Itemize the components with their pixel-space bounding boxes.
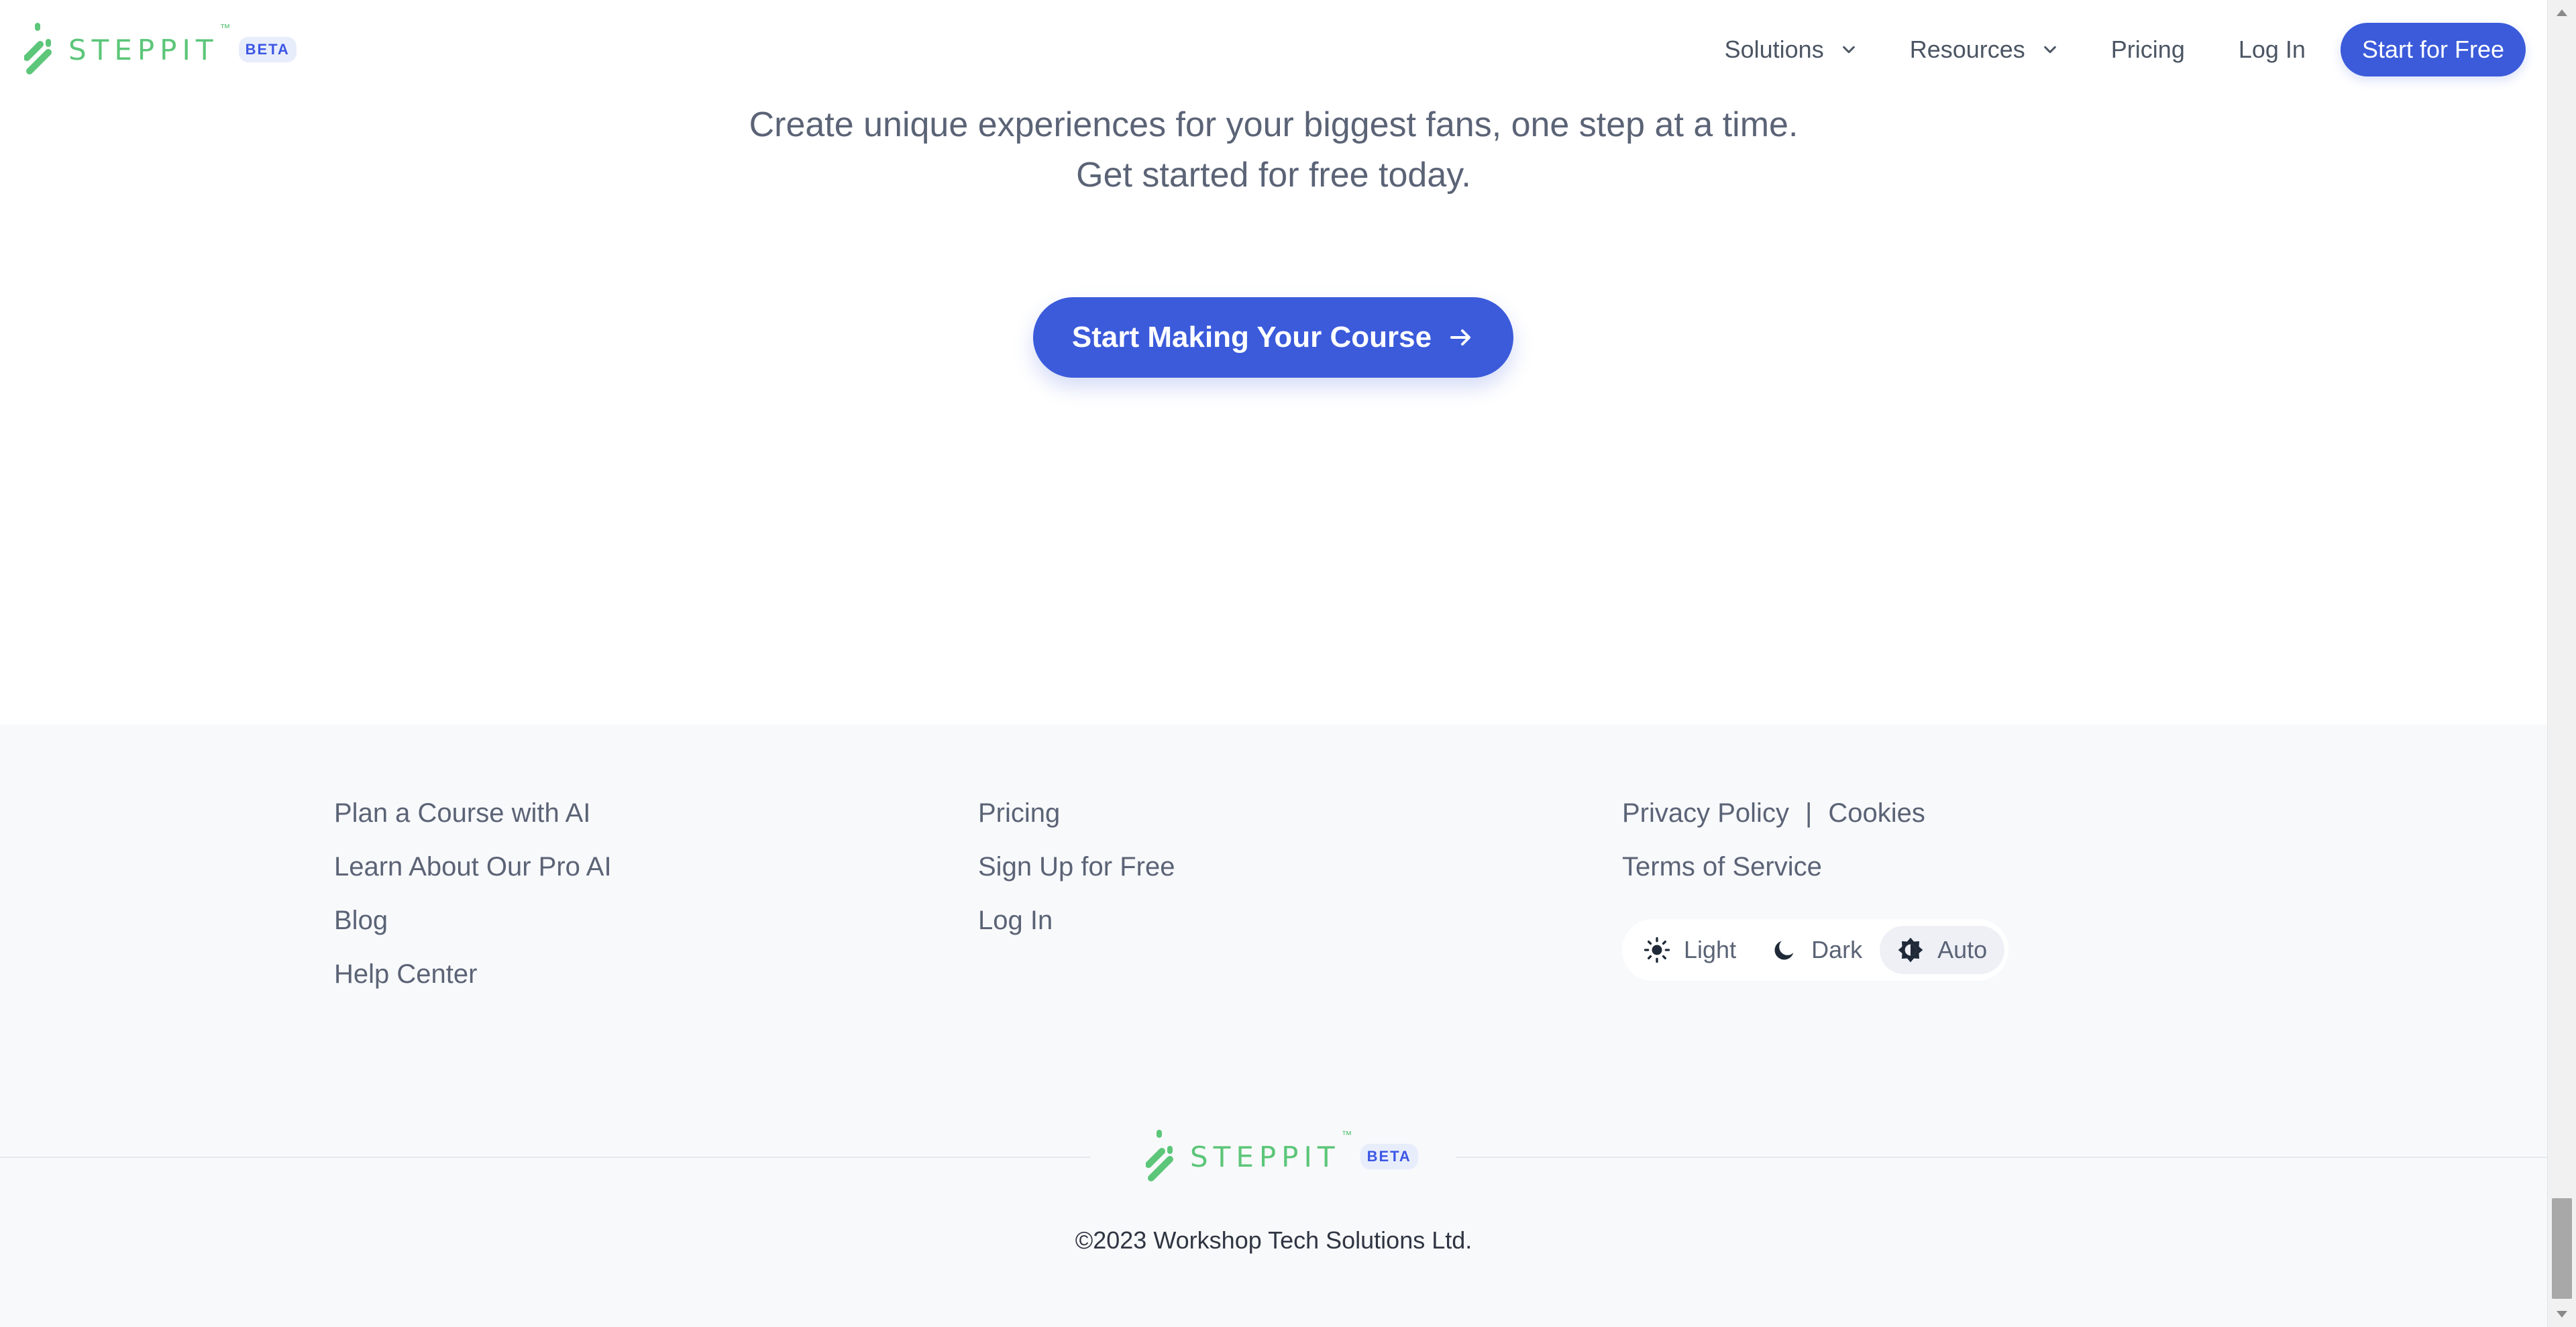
nav-pricing[interactable]: Pricing bbox=[2111, 36, 2185, 64]
footer-link-privacy-policy[interactable]: Privacy Policy bbox=[1622, 797, 1789, 829]
footer-column-account: Pricing Sign Up for Free Log In bbox=[978, 797, 1175, 958]
moon-icon bbox=[1774, 941, 1794, 960]
start-for-free-button[interactable]: Start for Free bbox=[2340, 23, 2526, 76]
scroll-up-arrow-icon[interactable] bbox=[2557, 9, 2567, 16]
start-making-course-label: Start Making Your Course bbox=[1071, 321, 1432, 354]
main-nav: Solutions Resources Pricing Log In Start… bbox=[1725, 23, 2526, 76]
site-header: STEPPIT ™ BETA Solutions Resources Prici… bbox=[0, 0, 2547, 101]
footer-link-plan-course-ai[interactable]: Plan a Course with AI bbox=[334, 797, 612, 851]
nav-log-in[interactable]: Log In bbox=[2239, 36, 2306, 64]
chevron-down-icon bbox=[1842, 46, 1855, 54]
steppit-logo[interactable]: STEPPIT ™ BETA bbox=[24, 23, 297, 76]
footer-link-pricing[interactable]: Pricing bbox=[978, 797, 1175, 851]
beta-badge: BETA bbox=[238, 37, 297, 62]
footer-link-log-in[interactable]: Log In bbox=[978, 904, 1175, 958]
hero-subline: Get started for free today. bbox=[1076, 156, 1471, 195]
steppit-logo-mark-icon bbox=[24, 23, 52, 74]
nav-resources-label: Resources bbox=[1909, 36, 2025, 63]
footer-logo-wordmark: STEPPIT bbox=[1190, 1140, 1340, 1173]
copyright-text: ©2023 Workshop Tech Solutions Ltd. bbox=[1075, 1226, 1472, 1254]
logo-wordmark: STEPPIT bbox=[68, 33, 219, 66]
footer-divider-right bbox=[1456, 1157, 2547, 1158]
nav-resources[interactable]: Resources bbox=[1910, 36, 2057, 64]
footer-legal-row: Privacy Policy | Cookies bbox=[1622, 797, 1925, 851]
footer-column-product: Plan a Course with AI Learn About Our Pr… bbox=[334, 797, 612, 1012]
footer-legal-separator: | bbox=[1805, 798, 1813, 828]
theme-option-dark[interactable]: Dark bbox=[1754, 926, 1880, 974]
start-making-course-button[interactable]: Start Making Your Course bbox=[1033, 297, 1513, 378]
footer-divider-left bbox=[0, 1157, 1090, 1158]
scroll-down-arrow-icon[interactable] bbox=[2557, 1311, 2567, 1318]
footer-link-blog[interactable]: Blog bbox=[334, 904, 612, 958]
hero-tagline: Create unique experiences for your bigge… bbox=[749, 105, 1799, 144]
sun-icon bbox=[1644, 937, 1670, 963]
vertical-scrollbar[interactable] bbox=[2547, 0, 2576, 1327]
footer-link-help-center[interactable]: Help Center bbox=[334, 958, 612, 1012]
footer-link-cookies[interactable]: Cookies bbox=[1828, 797, 1925, 829]
page: STEPPIT ™ BETA Solutions Resources Prici… bbox=[0, 0, 2547, 1327]
footer-link-pro-ai[interactable]: Learn About Our Pro AI bbox=[334, 851, 612, 904]
trademark-symbol: ™ bbox=[219, 23, 231, 34]
chevron-down-icon bbox=[2043, 46, 2056, 54]
footer-trademark-symbol: ™ bbox=[1341, 1130, 1352, 1141]
arrow-right-icon bbox=[1450, 329, 1471, 346]
scrollbar-thumb[interactable] bbox=[2552, 1198, 2572, 1299]
theme-dark-label: Dark bbox=[1811, 936, 1863, 963]
footer-steppit-logo[interactable]: STEPPIT ™ BETA bbox=[1146, 1130, 1418, 1183]
footer-beta-badge: BETA bbox=[1360, 1144, 1418, 1169]
footer-link-terms[interactable]: Terms of Service bbox=[1622, 851, 1925, 904]
footer-column-legal: Privacy Policy | Cookies Terms of Servic… bbox=[1622, 797, 1925, 904]
theme-switcher: Light Dark Auto bbox=[1622, 919, 2009, 981]
theme-auto-label: Auto bbox=[1937, 936, 1988, 963]
theme-option-light[interactable]: Light bbox=[1626, 926, 1754, 974]
site-footer: Plan a Course with AI Learn About Our Pr… bbox=[0, 725, 2547, 1327]
nav-solutions-label: Solutions bbox=[1724, 36, 1824, 63]
footer-link-sign-up[interactable]: Sign Up for Free bbox=[978, 851, 1175, 904]
nav-solutions[interactable]: Solutions bbox=[1725, 36, 1856, 64]
theme-option-auto[interactable]: Auto bbox=[1880, 926, 2005, 974]
theme-light-label: Light bbox=[1684, 936, 1737, 963]
steppit-logo-mark-icon bbox=[1146, 1130, 1173, 1181]
auto-brightness-icon bbox=[1898, 937, 1923, 963]
